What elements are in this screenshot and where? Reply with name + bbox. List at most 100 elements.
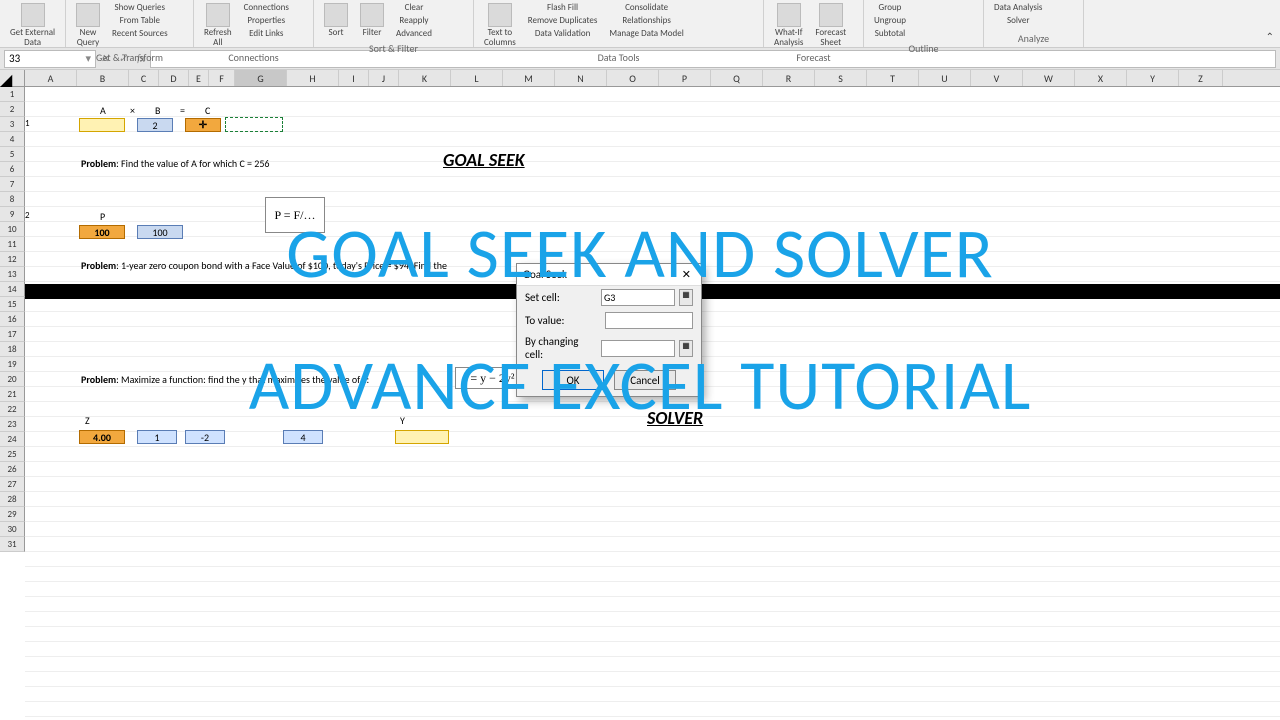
row-header-17[interactable]: 17 xyxy=(0,327,25,342)
row-header-31[interactable]: 31 xyxy=(0,537,25,552)
col-header-Q[interactable]: Q xyxy=(711,70,763,86)
by-changing-input[interactable] xyxy=(601,340,675,357)
col-header-J[interactable]: J xyxy=(369,70,399,86)
consolidate-button[interactable]: Consolidate xyxy=(605,2,687,14)
advanced-button[interactable]: Advanced xyxy=(392,28,436,40)
text-to-columns-button[interactable]: Text toColumns xyxy=(480,2,520,49)
row-header-20[interactable]: 20 xyxy=(0,372,25,387)
cancel-button[interactable]: Cancel xyxy=(614,370,676,390)
col-header-G[interactable]: G xyxy=(235,70,287,86)
from-table-button[interactable]: From Table xyxy=(108,15,172,27)
relationships-button[interactable]: Relationships xyxy=(605,15,687,27)
row-header-3[interactable]: 3 xyxy=(0,117,25,132)
data-analysis-button[interactable]: Data Analysis xyxy=(990,2,1046,14)
forecast-sheet-button[interactable]: ForecastSheet xyxy=(811,2,850,49)
show-queries-button[interactable]: Show Queries xyxy=(108,2,172,14)
row-header-2[interactable]: 2 xyxy=(0,102,25,117)
to-value-input[interactable] xyxy=(605,312,693,329)
row-header-18[interactable]: 18 xyxy=(0,342,25,357)
col-header-M[interactable]: M xyxy=(503,70,555,86)
remove-duplicates-button[interactable]: Remove Duplicates xyxy=(524,15,602,27)
col-header-P[interactable]: P xyxy=(659,70,711,86)
filter-button[interactable]: Filter xyxy=(356,2,388,39)
col-header-X[interactable]: X xyxy=(1075,70,1127,86)
ungroup-button[interactable]: Ungroup xyxy=(870,15,910,27)
cell-y-input[interactable] xyxy=(395,430,449,444)
collapse-ribbon-icon[interactable]: ⌃ xyxy=(1266,30,1274,43)
col-header-Y[interactable]: Y xyxy=(1127,70,1179,86)
row-header-25[interactable]: 25 xyxy=(0,447,25,462)
col-header-A[interactable]: A xyxy=(25,70,77,86)
new-query-button[interactable]: NewQuery xyxy=(72,2,104,49)
row-header-8[interactable]: 8 xyxy=(0,192,25,207)
ref-picker-icon[interactable]: ▦ xyxy=(679,340,693,357)
cell-coef3: 4 xyxy=(283,430,323,444)
col-header-V[interactable]: V xyxy=(971,70,1023,86)
properties-button[interactable]: Properties xyxy=(240,15,293,27)
what-if-analysis-button[interactable]: What-IfAnalysis xyxy=(770,2,807,49)
row-header-11[interactable]: 11 xyxy=(0,237,25,252)
col-header-O[interactable]: O xyxy=(607,70,659,86)
flash-fill-button[interactable]: Flash Fill xyxy=(524,2,602,14)
col-header-S[interactable]: S xyxy=(815,70,867,86)
col-header-T[interactable]: T xyxy=(867,70,919,86)
row-header-24[interactable]: 24 xyxy=(0,432,25,447)
select-all-corner[interactable]: ◢ xyxy=(0,70,25,86)
recent-sources-button[interactable]: Recent Sources xyxy=(108,28,172,40)
col-header-D[interactable]: D xyxy=(159,70,189,86)
col-header-F[interactable]: F xyxy=(209,70,235,86)
close-icon[interactable]: ✕ xyxy=(678,268,695,281)
col-header-K[interactable]: K xyxy=(399,70,451,86)
col-header-R[interactable]: R xyxy=(763,70,815,86)
col-header-Z[interactable]: Z xyxy=(1179,70,1223,86)
sort-button[interactable]: Sort xyxy=(320,2,352,39)
row-header-6[interactable]: 6 xyxy=(0,162,25,177)
col-header-W[interactable]: W xyxy=(1023,70,1075,86)
col-header-I[interactable]: I xyxy=(339,70,369,86)
row-header-14[interactable]: 14 xyxy=(0,282,25,297)
edit-links-button[interactable]: Edit Links xyxy=(240,28,293,40)
cell-a-input[interactable] xyxy=(79,118,125,132)
col-header-L[interactable]: L xyxy=(451,70,503,86)
selected-cell-g3[interactable] xyxy=(225,117,283,132)
row-header-26[interactable]: 26 xyxy=(0,462,25,477)
col-header-U[interactable]: U xyxy=(919,70,971,86)
ref-picker-icon[interactable]: ▦ xyxy=(679,289,693,306)
row-header-29[interactable]: 29 xyxy=(0,507,25,522)
row-header-27[interactable]: 27 xyxy=(0,477,25,492)
row-header-19[interactable]: 19 xyxy=(0,357,25,372)
set-cell-input[interactable] xyxy=(601,289,675,306)
refresh-all-button[interactable]: RefreshAll xyxy=(200,2,236,49)
solver-button[interactable]: Solver xyxy=(990,15,1046,27)
row-header-13[interactable]: 13 xyxy=(0,267,25,282)
row-header-28[interactable]: 28 xyxy=(0,492,25,507)
col-header-B[interactable]: B xyxy=(77,70,129,86)
row-header-30[interactable]: 30 xyxy=(0,522,25,537)
get-external-data-button[interactable]: Get ExternalData xyxy=(6,2,59,49)
col-header-H[interactable]: H xyxy=(287,70,339,86)
connections-button[interactable]: Connections xyxy=(240,2,293,14)
manage-data-model-button[interactable]: Manage Data Model xyxy=(605,28,687,40)
row-header-9[interactable]: 9 xyxy=(0,207,25,222)
col-header-E[interactable]: E xyxy=(189,70,209,86)
row-header-23[interactable]: 23 xyxy=(0,417,25,432)
row-header-5[interactable]: 5 xyxy=(0,147,25,162)
col-header-C[interactable]: C xyxy=(129,70,159,86)
row-header-21[interactable]: 21 xyxy=(0,387,25,402)
row-header-15[interactable]: 15 xyxy=(0,297,25,312)
reapply-button[interactable]: Reapply xyxy=(392,15,436,27)
grid-body[interactable]: A × B = C 2 ✛ 1 Problem: Find the value … xyxy=(25,87,1280,720)
row-header-1[interactable]: 1 xyxy=(0,87,25,102)
row-header-12[interactable]: 12 xyxy=(0,252,25,267)
data-validation-button[interactable]: Data Validation xyxy=(524,28,602,40)
row-header-10[interactable]: 10 xyxy=(0,222,25,237)
row-header-16[interactable]: 16 xyxy=(0,312,25,327)
group-button[interactable]: Group xyxy=(870,2,910,14)
row-header-22[interactable]: 22 xyxy=(0,402,25,417)
row-header-7[interactable]: 7 xyxy=(0,177,25,192)
col-header-N[interactable]: N xyxy=(555,70,607,86)
clear-button[interactable]: Clear xyxy=(392,2,436,14)
ok-button[interactable]: OK xyxy=(542,370,604,390)
subtotal-button[interactable]: Subtotal xyxy=(870,28,910,40)
row-header-4[interactable]: 4 xyxy=(0,132,25,147)
